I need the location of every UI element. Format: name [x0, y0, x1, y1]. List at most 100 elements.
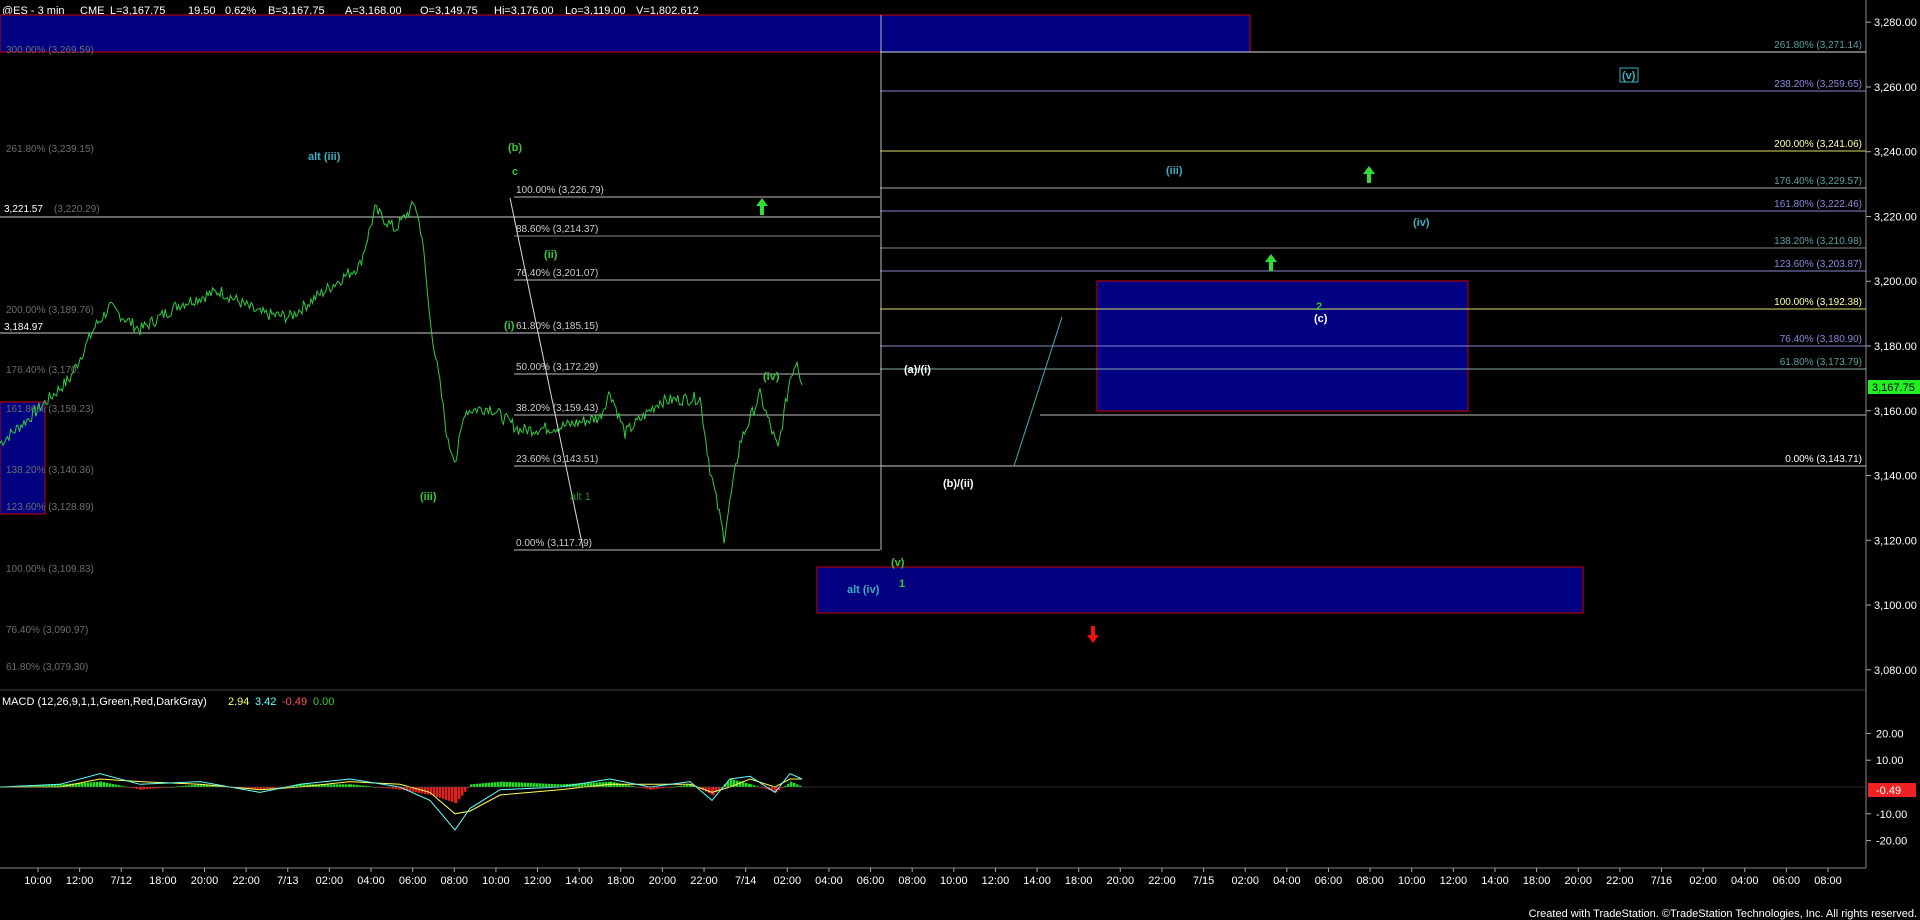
fib-label-2618: 261.80% (3,239.15) — [6, 144, 94, 155]
macd-histogram-bar — [149, 787, 152, 789]
macd-histogram-bar — [356, 784, 359, 787]
macd-signal-line — [0, 778, 802, 815]
mid-fib-500: 50.00% (3,172.29) — [516, 362, 598, 373]
macd-histogram-bar — [455, 787, 458, 804]
macd-histogram-bar — [548, 783, 551, 787]
time-tick-label: 12:00 — [66, 875, 94, 887]
macd-histogram-bar — [686, 784, 689, 787]
macd-histogram-bar — [197, 784, 200, 787]
macd-histogram-bar — [339, 784, 342, 787]
fib-label-1236: 123.60% (3,128.89) — [6, 502, 94, 513]
macd-histogram-bar — [90, 782, 93, 787]
time-tick-label: 14:00 — [565, 875, 593, 887]
macd-histogram-bar — [436, 787, 439, 797]
target-box-alt-iv — [816, 566, 1584, 614]
time-tick-label: 10:00 — [482, 875, 510, 887]
wave-label-1: 1 — [899, 578, 905, 590]
time-axis[interactable]: 10:00 12:00 7/12 18:00 20:00 22:00 7/13 02:00 04… — [24, 868, 1842, 887]
time-tick-label: 18:00 — [1523, 875, 1551, 887]
time-tick-label: 08:00 — [1356, 875, 1384, 887]
macd-histogram-bar — [506, 781, 509, 787]
macd-histogram-bar — [793, 782, 796, 787]
macd-histogram-bar — [479, 783, 482, 787]
macd-histogram-bar — [533, 783, 536, 787]
mid-fib-618: 61.80% (3,185.15) — [516, 321, 598, 332]
macd-histogram-bar — [100, 781, 103, 787]
macd-histogram-bar — [596, 782, 599, 787]
up-arrow-icon — [756, 198, 768, 215]
price-tick-label: 3,280.00 — [1874, 17, 1917, 29]
right-fib-labels: 261.80% (3,271.14) 238.20% (3,259.65) 20… — [1774, 40, 1862, 465]
macd-histogram-bar — [464, 787, 467, 792]
macd-histogram-bar — [524, 782, 527, 787]
price-line — [0, 200, 803, 544]
mid-fib-100: 100.00% (3,226.79) — [516, 185, 604, 196]
price-axis[interactable]: 3,280.00 3,260.00 3,240.00 3,220.00 3,200.00… — [1866, 17, 1917, 677]
mid-fib-382: 38.20% (3,159.43) — [516, 403, 598, 414]
trend-line-projection — [1013, 316, 1063, 467]
right-fib-2382: 238.20% (3,259.65) — [1774, 79, 1862, 90]
macd-histogram-bar — [482, 783, 485, 787]
price-tick-label: 3,220.00 — [1874, 211, 1917, 223]
macd-histogram-bar — [87, 782, 90, 787]
macd-histogram-bar — [140, 787, 143, 790]
fib-label-764: 76.40% (3,090.97) — [6, 625, 88, 636]
time-tick-label: 06:00 — [1773, 875, 1801, 887]
macd-histogram-bar — [427, 787, 430, 795]
target-boxes — [0, 14, 1584, 614]
macd-tick-label: -10.00 — [1876, 809, 1907, 821]
macd-histogram-bar — [796, 784, 799, 787]
price-tick-label: 3,180.00 — [1874, 341, 1917, 353]
time-tick-label: 7/14 — [735, 875, 756, 887]
price-tick-label: 3,080.00 — [1874, 665, 1917, 677]
time-tick-label: 02:00 — [316, 875, 344, 887]
macd-histogram-bar — [530, 782, 533, 787]
macd-histogram-bar — [445, 787, 448, 800]
price-tick-label: 3,100.00 — [1874, 600, 1917, 612]
fib-label-1382: 138.20% (3,140.36) — [6, 465, 94, 476]
macd-histogram-bar — [625, 784, 628, 787]
fib-label-3184: 3,184.97 — [4, 322, 43, 333]
time-tick-label: 22:00 — [232, 875, 260, 887]
time-tick-label: 04:00 — [1273, 875, 1301, 887]
macd-histogram-bar — [458, 787, 461, 800]
macd-histogram-bar — [656, 787, 659, 789]
macd-title: MACD (12,26,9,1,1,Green,Red,DarkGray) — [2, 696, 207, 708]
time-tick-label: 02:00 — [1231, 875, 1259, 887]
macd-histogram-bar — [350, 784, 353, 787]
wave-label-v: (v) — [891, 557, 905, 569]
macd-histogram-bar — [599, 782, 602, 787]
macd-histogram-bar — [336, 784, 339, 787]
time-tick-label: 10:00 — [24, 875, 52, 887]
macd-histogram-bar — [712, 787, 715, 796]
macd-histogram-bar — [653, 787, 656, 790]
macd-tick-label: -20.00 — [1876, 836, 1907, 848]
macd-histogram-bar — [500, 781, 503, 787]
macd-histogram-bar — [146, 787, 149, 790]
time-tick-label: 18:00 — [149, 875, 177, 887]
wave-label-ii: (ii) — [544, 249, 558, 261]
time-tick-label: 7/16 — [1651, 875, 1672, 887]
macd-value-2: 3.42 — [255, 696, 276, 708]
time-tick-label: 20:00 — [1564, 875, 1592, 887]
wave-label-b-ii: (b)/(ii) — [943, 478, 974, 490]
macd-tick-label: 20.00 — [1876, 728, 1904, 740]
price-chart[interactable]: @ES - 3 min CME L=3,167.75 19.50 0.62% B… — [0, 0, 1920, 920]
fib-label-3220: (3,220.29) — [54, 204, 100, 215]
wave-label-alt-1: alt 1 — [570, 491, 591, 503]
macd-histogram-bar — [753, 785, 756, 787]
time-tick-label: 12:00 — [1440, 875, 1468, 887]
right-fib-100: 100.00% (3,192.38) — [1774, 297, 1862, 308]
right-fib-618: 61.80% (3,173.79) — [1780, 357, 1862, 368]
macd-histogram-bar — [488, 782, 491, 787]
macd-histogram-bar — [266, 787, 269, 789]
target-box-top — [0, 14, 1251, 53]
price-tick-label: 3,200.00 — [1874, 276, 1917, 288]
fib-label-3000: 300.00% (3,269.59) — [6, 45, 94, 56]
macd-histogram-bar — [485, 782, 488, 787]
wave-label-a-i: (a)/(i) — [904, 364, 931, 376]
price-tick-label: 3,160.00 — [1874, 406, 1917, 418]
macd-histogram-bar — [461, 787, 464, 796]
time-tick-label: 14:00 — [1481, 875, 1509, 887]
time-tick-label: 14:00 — [1023, 875, 1051, 887]
